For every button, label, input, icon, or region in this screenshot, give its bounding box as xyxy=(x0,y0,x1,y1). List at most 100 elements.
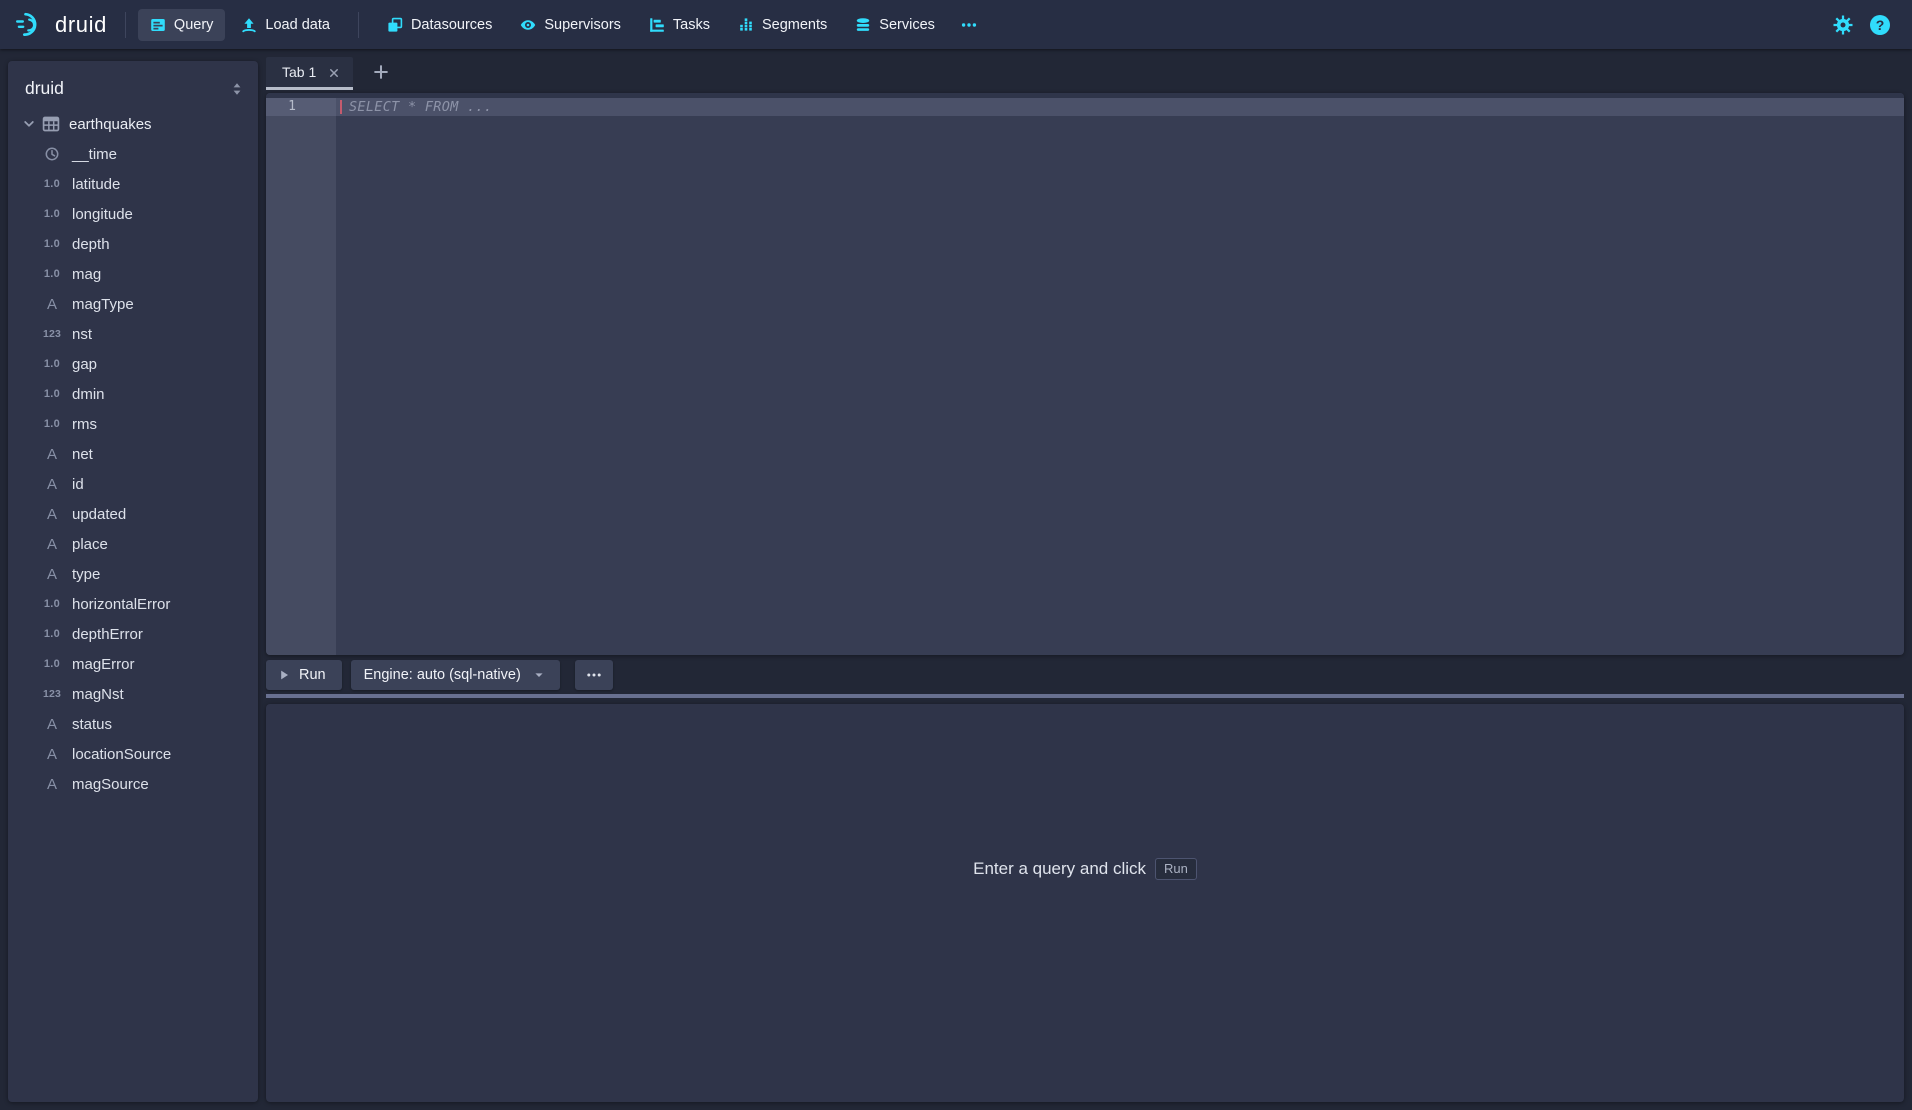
brand-wordmark: druid xyxy=(55,12,107,38)
engine-select-button[interactable]: Engine: auto (sql-native) xyxy=(351,660,560,690)
nav-item-load-data[interactable]: Load data xyxy=(229,9,342,41)
column-row-place[interactable]: Aplace xyxy=(8,529,258,559)
string-type-icon: A xyxy=(40,716,64,733)
column-name: net xyxy=(72,446,93,463)
upload-icon xyxy=(241,17,257,33)
string-type-icon: A xyxy=(40,776,64,793)
settings-gear-icon[interactable] xyxy=(1833,15,1853,35)
datasource-row-earthquakes[interactable]: earthquakes xyxy=(8,109,258,139)
column-row-mag[interactable]: 1.0 mag xyxy=(8,259,258,289)
editor-active-line: 1 SELECT * FROM ... xyxy=(266,98,1904,116)
nav-item-label: Load data xyxy=(265,17,330,33)
panel-splitter[interactable] xyxy=(266,694,1904,698)
editor-line-content: SELECT * FROM ... xyxy=(336,98,1904,116)
column-row-id[interactable]: Aid xyxy=(8,469,258,499)
column-row-type[interactable]: Atype xyxy=(8,559,258,589)
table-icon xyxy=(42,115,60,133)
more-dots-icon xyxy=(961,17,977,33)
sql-editor[interactable]: 1 SELECT * FROM ... xyxy=(266,93,1904,655)
chart-icon xyxy=(738,17,754,33)
nav-item-supervisors[interactable]: Supervisors xyxy=(508,9,633,41)
column-name: mag xyxy=(72,266,101,283)
help-icon[interactable]: ? xyxy=(1870,15,1890,35)
play-icon xyxy=(276,667,292,683)
column-name: id xyxy=(72,476,84,493)
float-type-icon: 1.0 xyxy=(40,238,64,250)
column-row-magError[interactable]: 1.0magError xyxy=(8,649,258,679)
column-row-locationSource[interactable]: AlocationSource xyxy=(8,739,258,769)
run-more-button[interactable] xyxy=(575,660,613,690)
nav-more-button[interactable] xyxy=(951,9,987,41)
tab-label: Tab 1 xyxy=(282,64,316,80)
float-type-icon: 1.0 xyxy=(40,598,64,610)
eye-icon xyxy=(520,17,536,33)
editor-placeholder: SELECT * FROM ... xyxy=(349,99,492,115)
column-name: depth xyxy=(72,236,110,253)
nav-item-label: Supervisors xyxy=(544,17,621,33)
nav-item-label: Query xyxy=(174,17,214,33)
float-type-icon: 1.0 xyxy=(40,628,64,640)
string-type-icon: A xyxy=(40,536,64,553)
column-row-status[interactable]: Astatus xyxy=(8,709,258,739)
navbar-separator xyxy=(125,12,126,38)
column-row-dmin[interactable]: 1.0dmin xyxy=(8,379,258,409)
column-row-magNst[interactable]: 123magNst xyxy=(8,679,258,709)
column-row-gap[interactable]: 1.0gap xyxy=(8,349,258,379)
line-number: 1 xyxy=(266,98,336,116)
string-type-icon: A xyxy=(40,446,64,463)
column-row-horizontalError[interactable]: 1.0horizontalError xyxy=(8,589,258,619)
column-row-rms[interactable]: 1.0rms xyxy=(8,409,258,439)
editor-gutter xyxy=(266,116,336,655)
column-row-magType[interactable]: AmagType xyxy=(8,289,258,319)
nav-item-segments[interactable]: Segments xyxy=(726,9,839,41)
nav-item-label: Tasks xyxy=(673,17,710,33)
close-x-icon[interactable] xyxy=(327,66,341,80)
column-row-longitude[interactable]: 1.0longitude xyxy=(8,199,258,229)
empty-results-message: Enter a query and click Run xyxy=(973,858,1197,880)
column-name: nst xyxy=(72,326,92,343)
column-name: updated xyxy=(72,506,126,523)
nav-item-datasources[interactable]: Datasources xyxy=(375,9,504,41)
float-type-icon: 1.0 xyxy=(40,178,64,190)
more-dots-icon xyxy=(586,667,602,683)
string-type-icon: A xyxy=(40,746,64,763)
run-button[interactable]: Run xyxy=(266,660,342,690)
long-type-icon: 123 xyxy=(40,688,64,700)
column-name: latitude xyxy=(72,176,120,193)
string-type-icon: A xyxy=(40,296,64,313)
column-name: magError xyxy=(72,656,135,673)
nav-item-services[interactable]: Services xyxy=(843,9,947,41)
nav-item-tasks[interactable]: Tasks xyxy=(637,9,722,41)
navbar-items: Query Load data Datasources Supervisors Task… xyxy=(138,9,987,41)
editor-body xyxy=(266,116,1904,655)
column-name: magType xyxy=(72,296,134,313)
nav-item-label: Segments xyxy=(762,17,827,33)
tab-tab-1[interactable]: Tab 1 xyxy=(266,57,353,90)
column-row-magSource[interactable]: AmagSource xyxy=(8,769,258,799)
column-row-latitude[interactable]: 1.0 latitude xyxy=(8,169,258,199)
column-name: dmin xyxy=(72,386,105,403)
column-name: status xyxy=(72,716,112,733)
nav-item-query[interactable]: Query xyxy=(138,9,226,41)
chevron-down-icon[interactable] xyxy=(21,116,37,132)
column-row-__time[interactable]: __time xyxy=(8,139,258,169)
column-row-net[interactable]: Anet xyxy=(8,439,258,469)
schema-tree: earthquakes __time 1.0 latitude 1.0longitud… xyxy=(8,109,258,799)
column-name: depthError xyxy=(72,626,143,643)
column-name: gap xyxy=(72,356,97,373)
schema-sidebar: druid earthquakes __time1.0latitu xyxy=(8,61,258,1102)
column-name: locationSource xyxy=(72,746,171,763)
column-row-depthError[interactable]: 1.0 depthError xyxy=(8,619,258,649)
application-icon xyxy=(150,17,166,33)
column-name: type xyxy=(72,566,100,583)
run-badge: Run xyxy=(1155,858,1197,880)
string-type-icon: A xyxy=(40,566,64,583)
new-tab-button[interactable] xyxy=(365,57,397,87)
float-type-icon: 1.0 xyxy=(40,268,64,280)
database-icon xyxy=(855,17,871,33)
column-row-depth[interactable]: 1.0 depth xyxy=(8,229,258,259)
column-row-nst[interactable]: 123nst xyxy=(8,319,258,349)
double-caret-vertical-icon[interactable] xyxy=(229,81,245,97)
run-toolbar: Run Engine: auto (sql-native) xyxy=(266,660,613,690)
column-row-updated[interactable]: Aupdated xyxy=(8,499,258,529)
